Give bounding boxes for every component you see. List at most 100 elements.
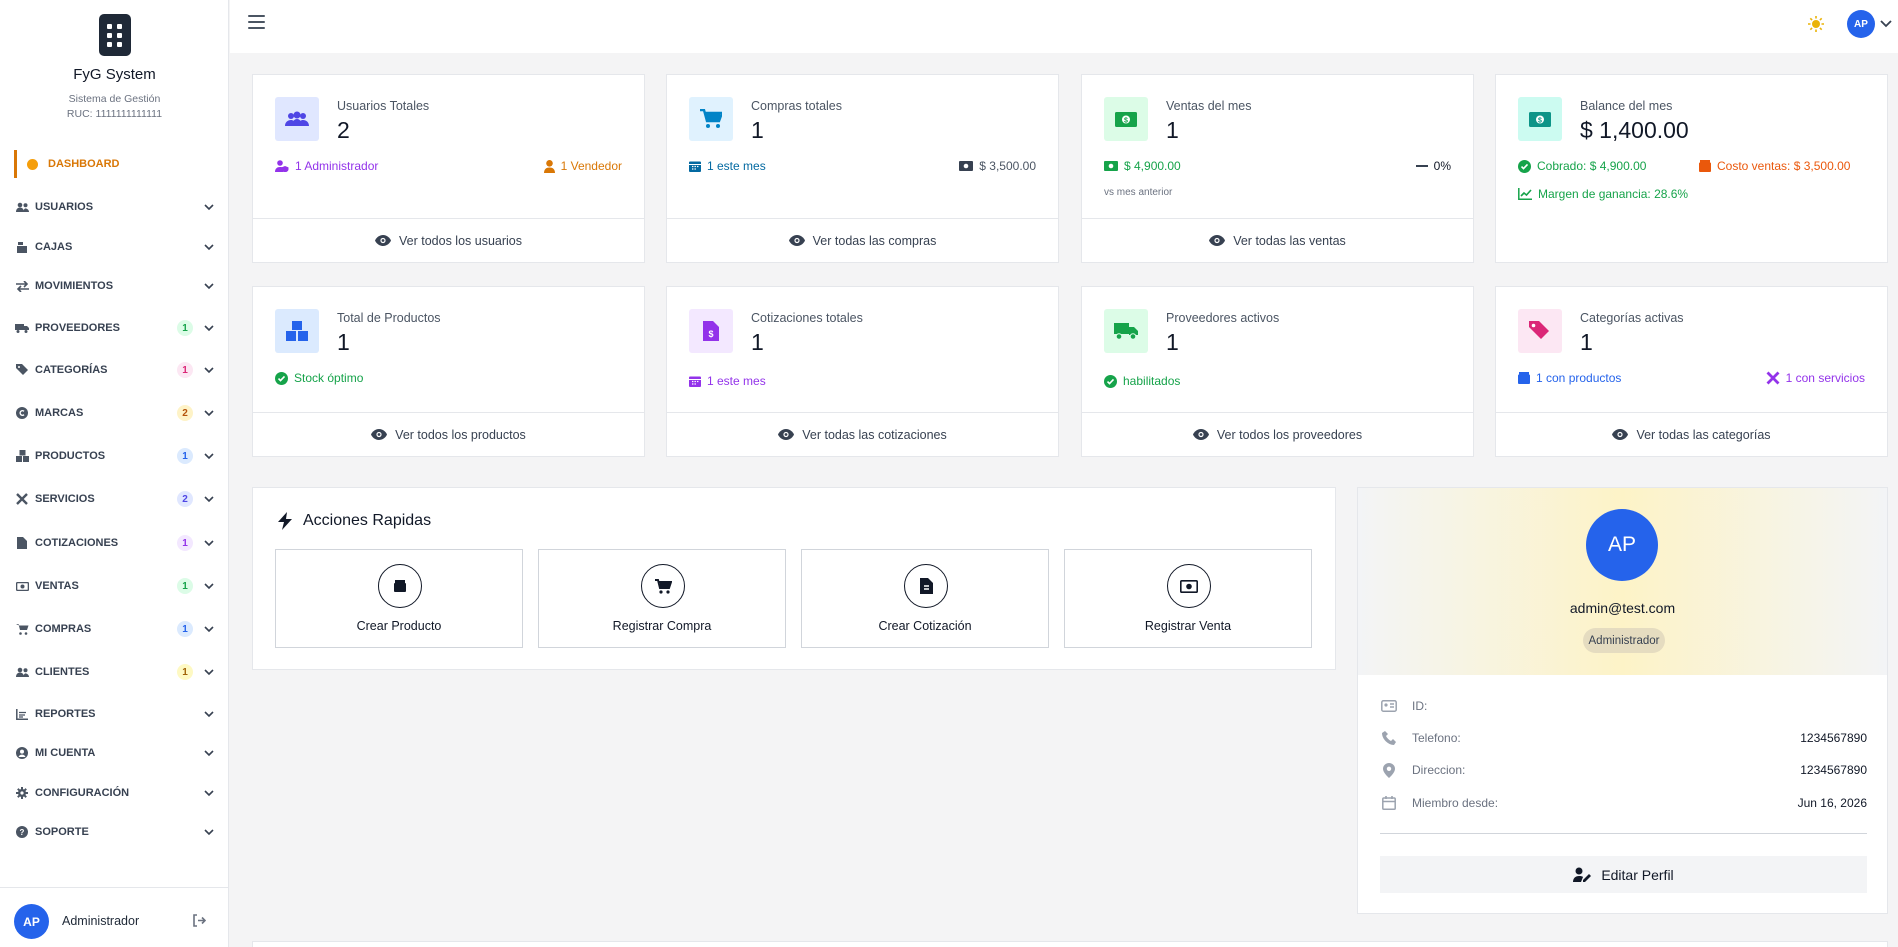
sidebar-item-tags[interactable]: CATEGORÍAS 1 (15, 359, 215, 381)
chevron-down-icon[interactable] (203, 450, 215, 462)
sidebar-item-question[interactable]: ? SOPORTE (15, 821, 215, 843)
card-meta: $ 4,900.00 (1104, 159, 1181, 173)
stat-card: Usuarios Totales 2 1 Administrador 1 Vende… (252, 74, 645, 263)
topbar: AP (230, 0, 1898, 53)
profile-row-member-since: Miembro desde: Jun 16, 2026 (1380, 793, 1867, 813)
chart-icon (15, 707, 29, 721)
sidebar-item-boxes[interactable]: PRODUCTOS 1 (15, 445, 215, 467)
money-bill-icon: $ (1104, 97, 1148, 141)
avatar: AP (1586, 509, 1658, 581)
sidebar-item-label: SOPORTE (35, 826, 89, 838)
sun-theme-icon[interactable] (1808, 16, 1824, 32)
boxes-icon (15, 449, 29, 463)
sidebar-item-truck[interactable]: PROVEEDORES 1 (15, 317, 215, 339)
brand-name: FyG System (73, 66, 156, 83)
quick-actions-panel: Acciones Rapidas Crear Producto Registra… (252, 487, 1336, 670)
sidebar-item-user-group[interactable]: CLIENTES 1 (15, 661, 215, 683)
avatar[interactable]: AP (1847, 10, 1875, 38)
view-all-link[interactable]: Ver todos los usuarios (253, 218, 644, 262)
chevron-down-icon[interactable] (203, 241, 215, 253)
count-badge: 2 (177, 491, 193, 507)
card-meta: 1 este mes (689, 374, 766, 388)
sidebar-item-cart[interactable]: COMPRAS 1 (15, 618, 215, 640)
chevron-down-icon[interactable] (203, 280, 215, 292)
count-badge: 1 (177, 578, 193, 594)
card-value: 1 (1166, 329, 1179, 355)
sidebar-item-users[interactable]: USUARIOS (15, 196, 215, 218)
profile-header: AP admin@test.com Administrador (1358, 488, 1887, 675)
sidebar-item-user-circle[interactable]: MI CUENTA (15, 742, 215, 764)
check-circle-icon (275, 371, 294, 385)
sidebar-item-tools[interactable]: SERVICIOS 2 (15, 488, 215, 510)
card-meta: 1 con servicios (1766, 371, 1865, 385)
register-purchase-button[interactable]: Registrar Compra (538, 549, 786, 648)
create-quote-button[interactable]: Crear Cotización (801, 549, 1049, 648)
chevron-down-icon[interactable] (203, 201, 215, 213)
register-sale-button[interactable]: Registrar Venta (1064, 549, 1312, 648)
building-logo-icon (99, 14, 131, 56)
file-icon (15, 536, 29, 550)
card-meta: Cobrado: $ 4,900.00 (1518, 159, 1646, 173)
chevron-down-icon[interactable] (203, 623, 215, 635)
profile-row-id: ID: (1380, 696, 1867, 716)
stat-card: Categorías activas 1 1 con productos 1 con… (1495, 286, 1888, 457)
sidebar-item-label: CATEGORÍAS (35, 364, 108, 376)
sidebar-item-dashboard[interactable]: DASHBOARD (14, 150, 214, 178)
profile-row-address: Direccion: 1234567890 (1380, 760, 1867, 780)
card-title: Balance del mes (1580, 99, 1673, 113)
create-product-button[interactable]: Crear Producto (275, 549, 523, 648)
sidebar-item-exchange[interactable]: MOVIMIENTOS (15, 275, 215, 297)
card-value: 1 (751, 329, 764, 355)
view-all-link[interactable]: Ver todos los productos (253, 412, 644, 456)
edit-profile-button[interactable]: Editar Perfil (1380, 856, 1867, 893)
chevron-down-icon[interactable] (203, 747, 215, 759)
sidebar-item-label: VENTAS (35, 580, 79, 592)
view-all-link[interactable]: Ver todos los proveedores (1082, 412, 1473, 456)
brand-subtitle: Sistema de Gestión (68, 93, 161, 105)
view-all-link[interactable]: Ver todas las compras (667, 218, 1058, 262)
truck-icon (1104, 309, 1148, 353)
copyright-icon (15, 406, 29, 420)
user-circle-icon (15, 746, 29, 760)
view-all-link[interactable]: Ver todas las categorías (1496, 412, 1887, 456)
card-title: Categorías activas (1580, 311, 1684, 325)
bottom-panel (252, 941, 1888, 947)
sidebar-item-file[interactable]: COTIZACIONES 1 (15, 532, 215, 554)
card-meta: 1 Vendedor (543, 159, 622, 173)
chevron-down-icon[interactable] (203, 537, 215, 549)
sidebar-item-money[interactable]: VENTAS 1 (15, 575, 215, 597)
file-invoice-icon (904, 564, 948, 608)
eye-icon (778, 429, 802, 440)
view-all-link[interactable]: Ver todas las cotizaciones (667, 412, 1058, 456)
card-value: 1 (1580, 329, 1593, 355)
card-meta: 1 este mes (689, 159, 766, 173)
sidebar-item-chart[interactable]: REPORTES (15, 703, 215, 725)
chevron-down-icon[interactable] (203, 826, 215, 838)
profile-row-phone: Telefono: 1234567890 (1380, 728, 1867, 748)
chevron-down-icon[interactable] (203, 322, 215, 334)
chevron-down-icon[interactable] (203, 580, 215, 592)
view-all-link[interactable]: Ver todas las ventas (1082, 218, 1473, 262)
logout-icon[interactable] (192, 914, 206, 927)
card-meta: 1 con productos (1518, 371, 1621, 385)
chevron-down-icon[interactable] (203, 666, 215, 678)
stat-card: Proveedores activos 1 habilitados Ver todo… (1081, 286, 1474, 457)
menu-toggle-icon[interactable] (248, 15, 265, 29)
chevron-down-icon[interactable] (203, 364, 215, 376)
sidebar-item-label: CLIENTES (35, 666, 90, 678)
chevron-down-icon[interactable] (203, 407, 215, 419)
avatar[interactable]: AP (14, 904, 49, 939)
cart-icon (689, 97, 733, 141)
card-value: 1 (1166, 117, 1179, 143)
box-icon (1699, 160, 1717, 172)
sidebar-item-label: PROVEEDORES (35, 322, 120, 334)
chevron-down-icon[interactable] (203, 708, 215, 720)
sidebar-item-cash-register[interactable]: CAJAS (15, 236, 215, 258)
chevron-down-icon[interactable] (1880, 18, 1892, 28)
svg-text:?: ? (20, 828, 25, 837)
sidebar-item-copyright[interactable]: MARCAS 2 (15, 402, 215, 424)
profile-card: AP admin@test.com Administrador ID: Tele… (1357, 487, 1888, 914)
chevron-down-icon[interactable] (203, 493, 215, 505)
sidebar-item-gear[interactable]: CONFIGURACIÓN (15, 782, 215, 804)
chevron-down-icon[interactable] (203, 787, 215, 799)
